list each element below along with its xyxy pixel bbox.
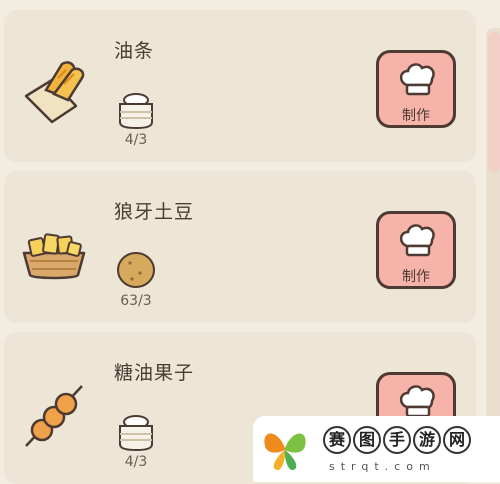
youtiao-icon	[24, 61, 85, 124]
ingredient: 63/3	[112, 249, 168, 309]
make-button-label: 制作	[402, 108, 430, 124]
watermark-char: 游	[413, 426, 441, 454]
make-button[interactable]: 制作	[376, 211, 456, 289]
potato-fries-icon	[22, 233, 86, 280]
recipe-card: 油条 4/3 制作	[4, 10, 476, 162]
potato-icon	[117, 252, 155, 288]
butterfly-logo-icon	[264, 433, 306, 471]
chef-hat-icon	[399, 224, 435, 257]
ingredient-count: 63/3	[120, 293, 152, 309]
watermark-char: 手	[383, 426, 411, 454]
ingredient-count: 4/3	[124, 454, 148, 470]
make-button[interactable]: 制作	[376, 50, 456, 128]
recipe-name: 油条	[114, 40, 155, 62]
watermark-char: 图	[353, 426, 381, 454]
chef-hat-icon	[399, 63, 435, 96]
recipe-name: 狼牙土豆	[114, 201, 195, 223]
ingredient-count: 4/3	[124, 132, 148, 148]
recipe-list: 油条 4/3 制作 狼牙土豆 63/3 制作 糖油果子 4/3	[0, 0, 500, 484]
fried-dough-skewer-icon	[25, 385, 83, 447]
recipe-card: 狼牙土豆 63/3 制作	[4, 171, 476, 323]
scroll-thumb[interactable]	[488, 32, 500, 172]
watermark-text: 赛 图 手 游 网	[323, 426, 471, 454]
make-button-label: 制作	[402, 269, 430, 285]
watermark: 赛 图 手 游 网 strqt.com	[253, 416, 500, 482]
ingredient: 4/3	[112, 410, 168, 470]
scrollbar[interactable]	[486, 28, 500, 468]
watermark-url: strqt.com	[329, 460, 436, 473]
flour-bag-icon	[119, 415, 153, 452]
ingredient: 4/3	[112, 88, 168, 148]
flour-bag-icon	[119, 93, 153, 130]
watermark-char: 赛	[323, 426, 351, 454]
chef-hat-icon	[399, 385, 435, 418]
watermark-char: 网	[443, 426, 471, 454]
recipe-name: 糖油果子	[114, 362, 195, 384]
